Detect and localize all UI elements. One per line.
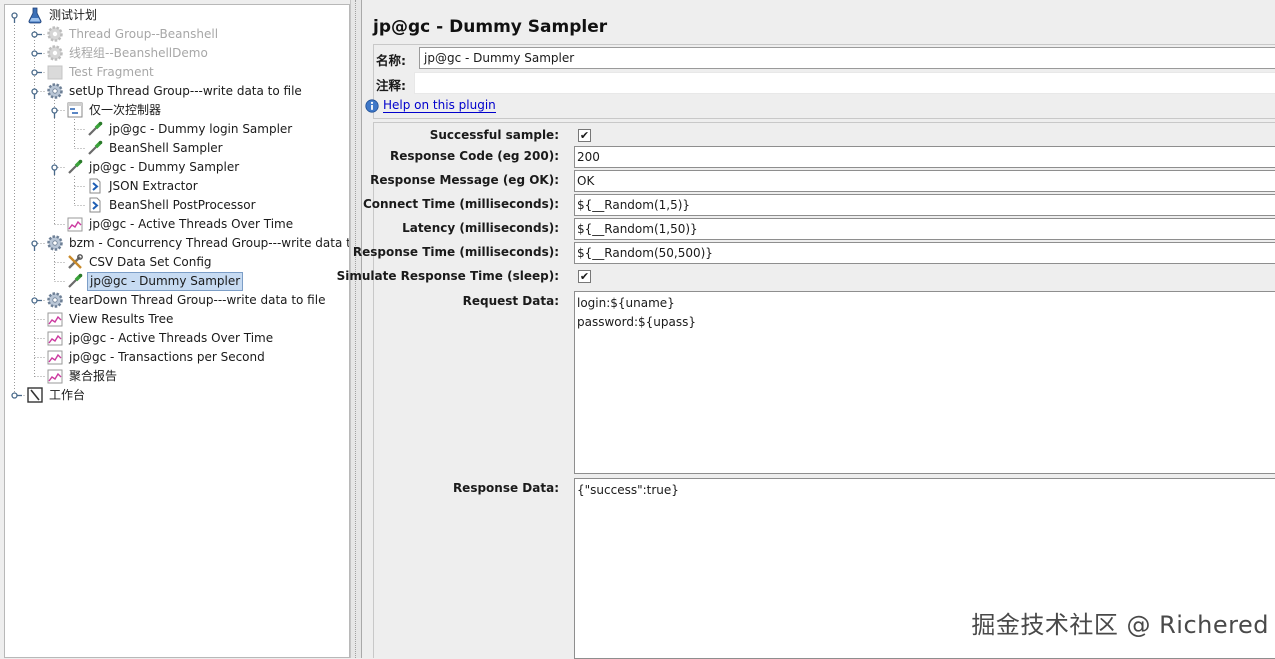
listener-graph-icon <box>47 331 63 346</box>
response-code-label: Response Code (eg 200): <box>389 149 559 163</box>
listener-graph-icon <box>47 312 63 327</box>
tree-node-label: View Results Tree <box>69 311 174 326</box>
tree-node-label: CSV Data Set Config <box>89 254 212 269</box>
panel-title: jp@gc - Dummy Sampler <box>373 17 608 37</box>
sampler-pipette-icon <box>88 121 103 136</box>
tree-node-beanshell-postprocessor[interactable]: BeanShell PostProcessor <box>86 196 258 214</box>
help-on-plugin-link[interactable]: Help on this plugin <box>383 98 496 113</box>
tree-node-label: 工作台 <box>49 387 86 402</box>
tree-node-json-extractor[interactable]: JSON Extractor <box>86 177 200 195</box>
tree-node-label: 测试计划 <box>49 7 98 22</box>
response-time-label: Response Time (milliseconds): <box>352 245 559 259</box>
tree-node-label: bzm - Concurrency Thread Group---write d… <box>69 235 350 250</box>
tree-node-bzm-concurrency-thread-group[interactable]: bzm - Concurrency Thread Group---write d… <box>46 234 350 252</box>
info-icon <box>365 99 379 113</box>
name-field[interactable]: jp@gc - Dummy Sampler <box>419 47 1275 69</box>
tree-node-test-fragment[interactable]: Test Fragment <box>46 63 156 81</box>
config-tools-icon <box>68 254 83 269</box>
thread-group-gear-icon <box>47 292 63 308</box>
tree-node-setup-thread-group[interactable]: setUp Thread Group---write data to file <box>46 82 304 100</box>
response-code-field[interactable]: 200 <box>574 146 1275 168</box>
tree-node-label: 线程组--BeanshellDemo <box>69 45 208 60</box>
name-comment-section: 名称: jp@gc - Dummy Sampler 注释: <box>373 44 1275 119</box>
tree-node-workbench[interactable]: 工作台 <box>26 386 87 404</box>
tree-node-label: jp@gc - Dummy Sampler <box>87 271 244 291</box>
pane-splitter[interactable] <box>350 0 362 658</box>
tree-node-label: setUp Thread Group---write data to file <box>69 83 302 98</box>
test-fragment-icon <box>47 65 63 80</box>
response-time-field[interactable]: ${__Random(50,500)} <box>574 242 1275 264</box>
splitter-grip <box>355 0 357 658</box>
tree-node-thread-group[interactable]: 线程组--BeanshellDemo <box>46 44 210 62</box>
successful-sample-checkbox[interactable]: ✔ <box>578 129 591 142</box>
tree-node-test-plan[interactable]: 测试计划 <box>26 6 99 24</box>
request-data-label: Request Data: <box>462 294 559 308</box>
comment-label: 注释: <box>376 78 406 93</box>
tree-node-transactions-per-second[interactable]: jp@gc - Transactions per Second <box>46 348 267 366</box>
test-plan-icon <box>28 7 42 24</box>
simulate-response-time-label: Simulate Response Time (sleep): <box>336 269 559 283</box>
tree-node-teardown-thread-group[interactable]: tearDown Thread Group---write data to fi… <box>46 291 327 309</box>
tree-node-label: 聚合报告 <box>69 368 118 383</box>
latency-label: Latency (milliseconds): <box>402 221 559 235</box>
thread-group-gear-icon <box>47 83 63 99</box>
sampler-pipette-icon <box>68 159 83 174</box>
successful-sample-label: Successful sample: <box>429 128 559 142</box>
response-data-label: Response Data: <box>452 481 559 495</box>
tree-node-label: Test Fragment <box>69 64 154 79</box>
tree-node-label: BeanShell Sampler <box>109 140 223 155</box>
tree-node-label: jp@gc - Transactions per Second <box>69 349 265 364</box>
tree-node-label: Thread Group--Beanshell <box>69 26 219 41</box>
tree-node-label: jp@gc - Active Threads Over Time <box>69 330 274 345</box>
tree-node-label: 仅一次控制器 <box>89 102 162 117</box>
watermark-text: 掘金技术社区 @ Richered <box>971 611 1269 639</box>
listener-graph-icon <box>47 369 63 384</box>
workbench-icon <box>27 387 43 403</box>
post-processor-icon <box>89 178 101 194</box>
tree-node-label: jp@gc - Dummy Sampler <box>89 159 240 174</box>
thread-group-gear-icon <box>47 45 63 61</box>
request-data-textarea[interactable]: login:${uname} password:${upass} <box>574 291 1275 474</box>
response-message-label: Response Message (eg OK): <box>370 173 559 187</box>
sampler-pipette-icon <box>68 273 83 288</box>
tree-node-csv-data-set-config[interactable]: CSV Data Set Config <box>66 253 214 271</box>
tree-node-dummy-sampler-selected[interactable]: jp@gc - Dummy Sampler <box>66 271 244 291</box>
connect-time-field[interactable]: ${__Random(1,5)} <box>574 194 1275 216</box>
tree-node-label: tearDown Thread Group---write data to fi… <box>69 292 326 307</box>
tree-node-label: jp@gc - Dummy login Sampler <box>109 121 293 136</box>
controller-icon <box>67 102 83 118</box>
thread-group-gear-icon <box>47 235 63 251</box>
tree-node-dummy-sampler[interactable]: jp@gc - Dummy Sampler <box>66 158 241 176</box>
tree-node-beanshell-sampler[interactable]: BeanShell Sampler <box>86 139 225 157</box>
tree-node-dummy-login-sampler[interactable]: jp@gc - Dummy login Sampler <box>86 120 294 138</box>
tree-node-label: BeanShell PostProcessor <box>109 197 256 212</box>
sampler-config-panel: jp@gc - Dummy Sampler 名称: jp@gc - Dummy … <box>337 0 1275 659</box>
tree-node-label: JSON Extractor <box>109 178 198 193</box>
sampler-pipette-icon <box>88 140 103 155</box>
comment-field[interactable] <box>414 72 1275 94</box>
post-processor-icon <box>89 197 101 213</box>
tree-node-label: jp@gc - Active Threads Over Time <box>89 216 294 231</box>
tree-node-thread-group[interactable]: Thread Group--Beanshell <box>46 25 220 43</box>
listener-graph-icon <box>47 350 63 365</box>
latency-field[interactable]: ${__Random(1,50)} <box>574 218 1275 240</box>
simulate-response-time-checkbox[interactable]: ✔ <box>578 270 591 283</box>
response-message-field[interactable]: OK <box>574 170 1275 192</box>
connect-time-label: Connect Time (milliseconds): <box>362 197 559 211</box>
thread-group-gear-icon <box>47 26 63 42</box>
tree-node-active-threads-listener[interactable]: jp@gc - Active Threads Over Time <box>46 329 275 347</box>
tree-node-active-threads-listener[interactable]: jp@gc - Active Threads Over Time <box>66 215 295 233</box>
tree-node-aggregate-report[interactable]: 聚合报告 <box>46 367 119 385</box>
tree-node-once-only-controller[interactable]: 仅一次控制器 <box>66 101 163 119</box>
dummy-sampler-form: Successful sample: ✔ Response Code (eg 2… <box>337 122 1275 659</box>
test-plan-tree[interactable]: 测试计划 Thread Group--Beanshell 线程组--Beansh… <box>4 4 350 658</box>
tree-node-view-results-tree[interactable]: View Results Tree <box>46 310 175 328</box>
name-label: 名称: <box>376 53 406 68</box>
listener-graph-icon <box>67 217 83 232</box>
